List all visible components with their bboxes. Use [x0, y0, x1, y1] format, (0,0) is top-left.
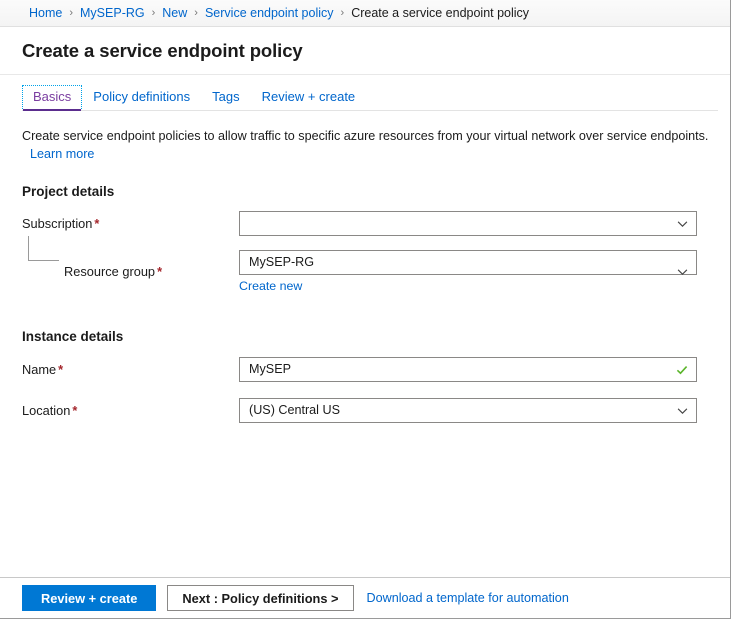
required-marker: * — [157, 264, 162, 279]
tab-strip: Basics Policy definitions Tags Review + … — [0, 75, 730, 111]
description-text: Create service endpoint policies to allo… — [22, 129, 708, 143]
required-marker: * — [72, 403, 77, 418]
download-template-link[interactable]: Download a template for automation — [367, 591, 569, 605]
blade-description: Create service endpoint policies to allo… — [22, 128, 722, 162]
breadcrumb: Home › MySEP-RG › New › Service endpoint… — [0, 0, 730, 27]
location-dropdown[interactable]: (US) Central US — [239, 398, 697, 423]
tab-tags[interactable]: Tags — [201, 85, 250, 111]
breadcrumb-item-new[interactable]: New — [162, 6, 187, 20]
next-policy-definitions-button[interactable]: Next : Policy definitions > — [167, 585, 353, 611]
breadcrumb-separator-icon: › — [69, 7, 73, 19]
tree-connector-icon — [28, 236, 59, 261]
breadcrumb-separator-icon: › — [152, 7, 156, 19]
breadcrumb-separator-icon: › — [194, 7, 198, 19]
resource-group-value: MySEP-RG — [249, 256, 314, 269]
breadcrumb-item-service-endpoint-policy[interactable]: Service endpoint policy — [205, 6, 334, 20]
section-heading-instance-details: Instance details — [22, 329, 730, 344]
name-label-text: Name — [22, 362, 56, 377]
required-marker: * — [94, 216, 99, 231]
breadcrumb-item-mysep-rg[interactable]: MySEP-RG — [80, 6, 145, 20]
subscription-control — [239, 211, 697, 236]
location-value: (US) Central US — [249, 404, 340, 417]
resource-group-label: Resource group* — [0, 264, 239, 279]
basics-form: Project details Subscription* Resource g… — [0, 184, 730, 423]
required-marker: * — [58, 362, 63, 377]
title-bar: Create a service endpoint policy — [0, 27, 730, 75]
name-input[interactable]: MySEP — [239, 357, 697, 382]
field-row-subscription: Subscription* — [0, 211, 730, 236]
review-create-button[interactable]: Review + create — [22, 585, 156, 611]
name-value: MySEP — [249, 363, 291, 376]
section-heading-project-details: Project details — [22, 184, 730, 199]
page-title: Create a service endpoint policy — [22, 40, 303, 62]
learn-more-link[interactable]: Learn more — [30, 146, 94, 162]
resource-group-label-text: Resource group — [64, 264, 155, 279]
resource-group-dropdown[interactable]: MySEP-RG — [239, 250, 697, 275]
field-row-resource-group: Resource group* MySEP-RG Create new — [0, 250, 730, 293]
name-control: MySEP — [239, 357, 697, 382]
subscription-label-text: Subscription — [22, 216, 92, 231]
tab-policy-definitions[interactable]: Policy definitions — [82, 85, 201, 111]
name-label: Name* — [0, 362, 239, 377]
subscription-dropdown[interactable] — [239, 211, 697, 236]
field-row-name: Name* MySEP — [0, 357, 730, 382]
breadcrumb-separator-icon: › — [341, 7, 345, 19]
location-control: (US) Central US — [239, 398, 697, 423]
field-row-location: Location* (US) Central US — [0, 398, 730, 423]
resource-group-control: MySEP-RG Create new — [239, 250, 697, 293]
create-new-resource-group-link[interactable]: Create new — [239, 279, 302, 293]
tab-basics[interactable]: Basics — [22, 85, 82, 111]
breadcrumb-item-home[interactable]: Home — [29, 6, 62, 20]
subscription-label: Subscription* — [0, 216, 239, 231]
footer-action-bar: Review + create Next : Policy definition… — [0, 577, 730, 618]
create-service-endpoint-policy-blade: Home › MySEP-RG › New › Service endpoint… — [0, 0, 731, 619]
location-label-text: Location — [22, 403, 70, 418]
breadcrumb-item-current: Create a service endpoint policy — [351, 6, 529, 20]
location-label: Location* — [0, 403, 239, 418]
tab-review-create[interactable]: Review + create — [251, 85, 367, 111]
